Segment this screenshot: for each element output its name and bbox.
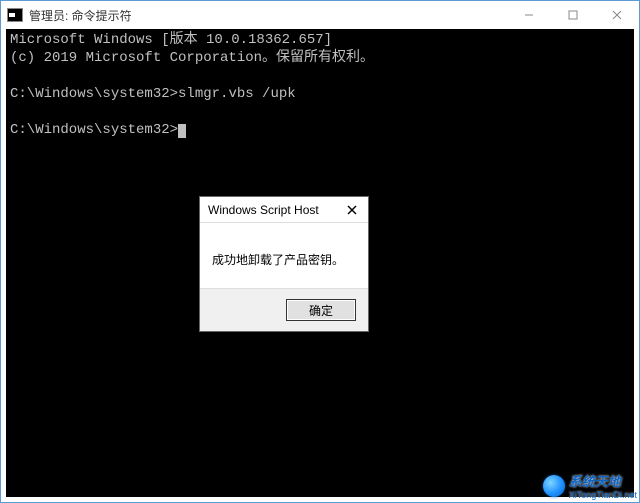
dialog-title: Windows Script Host	[208, 203, 336, 217]
maximize-button[interactable]	[551, 1, 595, 29]
window-title: 管理员: 命令提示符	[29, 7, 132, 24]
close-button[interactable]	[595, 1, 639, 29]
cursor	[178, 124, 186, 138]
terminal-line: Microsoft Windows [版本 10.0.18362.657]	[10, 32, 332, 48]
watermark-url: XiTongTianDi.net	[569, 490, 637, 500]
cmd-window: 管理员: 命令提示符 Microsoft Windows [版本 10.0.18…	[0, 0, 640, 503]
dialog-button-row: 确定	[200, 288, 368, 331]
terminal-command: slmgr.vbs /upk	[178, 86, 296, 102]
terminal-line: (c) 2019 Microsoft Corporation。保留所有权利。	[10, 50, 374, 66]
titlebar: 管理员: 命令提示符	[1, 1, 639, 29]
ok-button[interactable]: 确定	[286, 299, 356, 321]
watermark-logo-icon	[543, 475, 565, 497]
minimize-button[interactable]	[507, 1, 551, 29]
script-host-dialog: Windows Script Host 成功地卸载了产品密钥。 确定	[199, 196, 369, 332]
cmd-icon	[7, 8, 23, 22]
watermark: 系统天地 XiTongTianDi.net	[543, 471, 637, 500]
terminal-prompt: C:\Windows\system32>	[10, 86, 178, 102]
dialog-message: 成功地卸载了产品密钥。	[200, 223, 368, 288]
dialog-titlebar[interactable]: Windows Script Host	[200, 197, 368, 223]
watermark-name: 系统天地	[569, 474, 621, 489]
terminal-prompt: C:\Windows\system32>	[10, 122, 178, 138]
dialog-close-button[interactable]	[336, 197, 368, 223]
